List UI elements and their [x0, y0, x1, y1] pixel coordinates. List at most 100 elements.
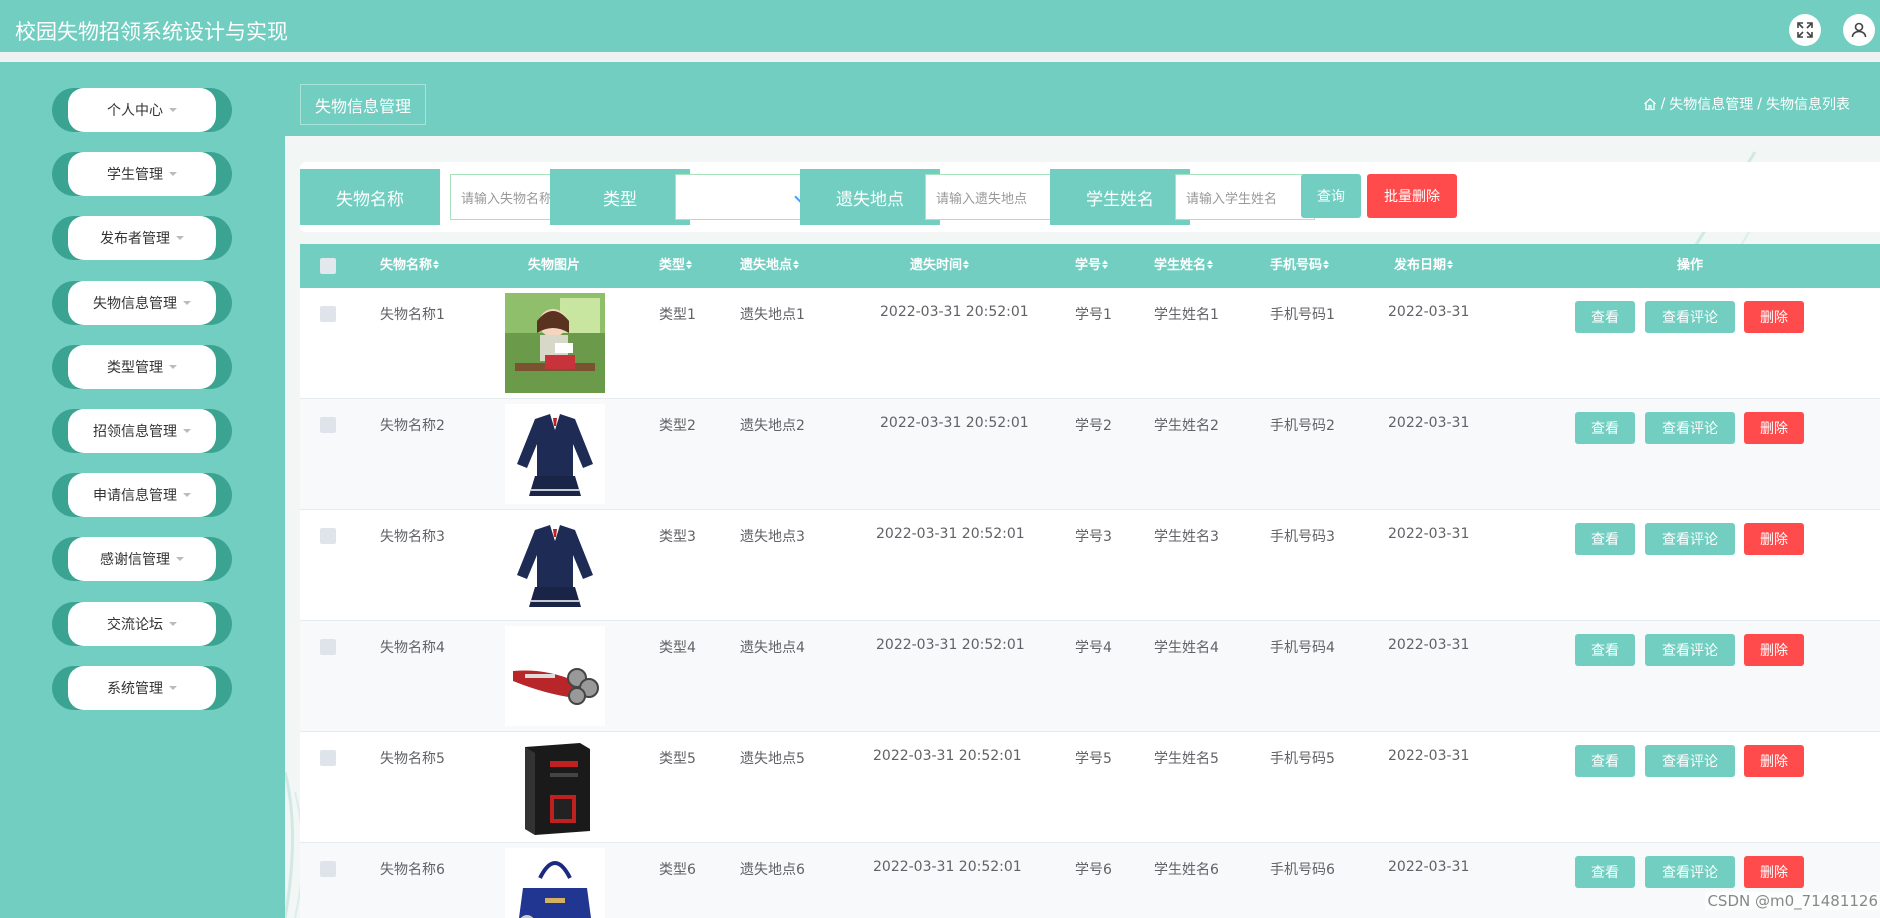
type-label: 类型 [550, 169, 690, 225]
school-uniform-image [505, 404, 605, 508]
cell-place: 遗失地点5 [740, 751, 805, 767]
view-button[interactable]: 查看 [1575, 523, 1635, 555]
row-checkbox[interactable] [320, 528, 336, 544]
view-button[interactable]: 查看 [1575, 745, 1635, 777]
sidebar-item[interactable]: 个人中心 [52, 88, 232, 132]
sidebar-item[interactable]: 学生管理 [52, 152, 232, 197]
sidebar-item-pill[interactable]: 申请信息管理 [68, 473, 216, 518]
delete-button[interactable]: 删除 [1744, 412, 1804, 444]
row-checkbox[interactable] [320, 417, 336, 433]
view-comments-button[interactable]: 查看评论 [1645, 634, 1735, 666]
select-all-checkbox[interactable] [320, 258, 336, 274]
cell-date: 2022-03-31 [1388, 304, 1470, 320]
view-comments-button[interactable]: 查看评论 [1645, 412, 1735, 444]
column-header-time[interactable]: 遗失时间 [910, 244, 970, 288]
sidebar-item-pill[interactable]: 学生管理 [68, 152, 216, 197]
sidebar-item[interactable]: 系统管理 [52, 665, 232, 710]
item-image [505, 626, 605, 726]
cell-student-id: 学号4 [1075, 640, 1112, 656]
caret-down-icon [183, 493, 191, 498]
column-header-student-id[interactable]: 学号 [1075, 244, 1109, 288]
cell-phone: 手机号码6 [1270, 862, 1335, 878]
row-checkbox[interactable] [320, 861, 336, 877]
place-search-input[interactable]: 请输入遗失地点 [925, 174, 1065, 220]
sidebar-item[interactable]: 感谢信管理 [52, 537, 232, 582]
breadcrumb-item[interactable]: 失物信息管理 [1669, 94, 1753, 114]
delete-button[interactable]: 删除 [1744, 523, 1804, 555]
cell-time: 2022-03-31 20:52:01 [880, 304, 1029, 320]
view-button[interactable]: 查看 [1575, 856, 1635, 888]
column-header-type[interactable]: 类型 [659, 244, 693, 288]
cell-student-id: 学号5 [1075, 751, 1112, 767]
query-button[interactable]: 查询 [1301, 174, 1361, 218]
type-select[interactable] [675, 174, 815, 220]
cell-place: 遗失地点6 [740, 862, 805, 878]
view-comments-button[interactable]: 查看评论 [1645, 301, 1735, 333]
page-title: 失物信息管理 [300, 84, 427, 125]
sort-icon [1323, 260, 1330, 270]
caret-down-icon [183, 429, 191, 433]
item-image [505, 848, 605, 918]
cell-student-id: 学号3 [1075, 529, 1112, 545]
row-checkbox[interactable] [320, 639, 336, 655]
delete-button[interactable]: 删除 [1744, 745, 1804, 777]
sidebar-item[interactable]: 失物信息管理 [52, 280, 232, 325]
column-header-phone[interactable]: 手机号码 [1270, 244, 1330, 288]
sidebar-item-pill[interactable]: 个人中心 [68, 88, 216, 132]
sidebar-item-label: 失物信息管理 [93, 295, 177, 312]
sidebar-item-label: 系统管理 [107, 680, 163, 697]
sidebar-item-pill[interactable]: 失物信息管理 [68, 280, 216, 325]
sidebar-item-pill[interactable]: 类型管理 [68, 344, 216, 389]
sidebar-item[interactable]: 发布者管理 [52, 216, 232, 261]
row-checkbox[interactable] [320, 750, 336, 766]
delete-button[interactable]: 删除 [1744, 634, 1804, 666]
sidebar-item[interactable]: 交流论坛 [52, 601, 232, 646]
view-comments-button[interactable]: 查看评论 [1645, 745, 1735, 777]
column-header-actions: 操作 [1677, 258, 1704, 273]
home-icon[interactable] [1643, 97, 1657, 111]
sidebar-item-label: 招领信息管理 [93, 424, 177, 440]
cell-time: 2022-03-31 20:52:01 [876, 526, 1025, 542]
sidebar-item-pill[interactable]: 感谢信管理 [68, 537, 216, 582]
sidebar-item[interactable]: 招领信息管理 [52, 409, 232, 453]
sidebar-item[interactable]: 类型管理 [52, 344, 232, 389]
electric-shaver-image [505, 626, 605, 730]
pc-case-image [505, 737, 605, 841]
view-comments-button[interactable]: 查看评论 [1645, 523, 1735, 555]
cell-name: 失物名称6 [380, 862, 445, 878]
student-search-input[interactable]: 请输入学生姓名 [1175, 174, 1315, 220]
sort-icon [1447, 260, 1454, 270]
sort-icon [793, 260, 800, 270]
cell-place: 遗失地点4 [740, 640, 805, 656]
sort-icon [1207, 260, 1214, 270]
view-comments-button[interactable]: 查看评论 [1645, 856, 1735, 888]
search-bar: 失物名称 请输入失物名称 类型 遗失地点 请输入遗失地点 学生姓名 请输入学生姓… [300, 162, 1880, 232]
delete-button[interactable]: 删除 [1744, 301, 1804, 333]
cell-time: 2022-03-31 20:52:01 [880, 415, 1029, 431]
sidebar-item-label: 个人中心 [107, 103, 163, 119]
batch-delete-button[interactable]: 批量删除 [1367, 174, 1457, 218]
cell-name: 失物名称3 [380, 529, 445, 545]
row-checkbox[interactable] [320, 306, 336, 322]
sidebar-item-pill[interactable]: 交流论坛 [68, 601, 216, 646]
anime-girl-reading-image [505, 293, 605, 397]
column-header-image: 失物图片 [528, 258, 581, 273]
delete-button[interactable]: 删除 [1744, 856, 1804, 888]
cell-place: 遗失地点1 [740, 307, 805, 323]
sidebar-item-pill[interactable]: 系统管理 [68, 665, 216, 710]
cell-phone: 手机号码1 [1270, 307, 1335, 323]
column-header-place[interactable]: 遗失地点 [740, 244, 800, 288]
user-button[interactable] [1843, 14, 1875, 46]
sidebar-item-pill[interactable]: 发布者管理 [68, 216, 216, 261]
sidebar-item-pill[interactable]: 招领信息管理 [68, 409, 216, 453]
column-header-date[interactable]: 发布日期 [1394, 244, 1454, 288]
column-header-name[interactable]: 失物名称 [380, 244, 440, 288]
view-button[interactable]: 查看 [1575, 634, 1635, 666]
cell-name: 失物名称1 [380, 307, 445, 323]
column-header-student-name[interactable]: 学生姓名 [1154, 244, 1214, 288]
table-row: 失物名称5 类型5 遗失地点5 2022-03-31 20:52:01 学号5 学生姓名5… [300, 732, 1880, 843]
sidebar-item[interactable]: 申请信息管理 [52, 473, 232, 518]
fullscreen-button[interactable] [1789, 14, 1821, 46]
view-button[interactable]: 查看 [1575, 301, 1635, 333]
view-button[interactable]: 查看 [1575, 412, 1635, 444]
